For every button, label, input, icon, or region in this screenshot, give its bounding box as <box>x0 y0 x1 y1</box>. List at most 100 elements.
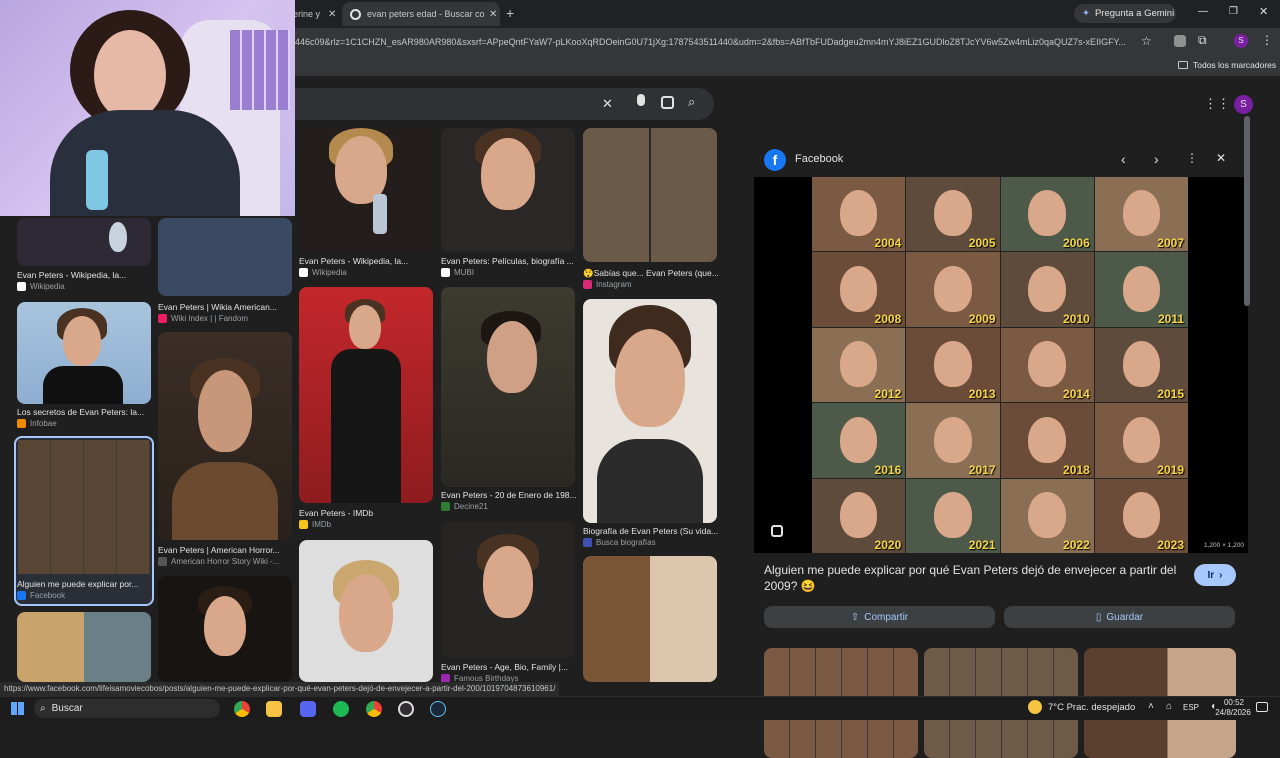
year-label: 2011 <box>1157 311 1184 326</box>
steam-icon[interactable] <box>430 701 446 717</box>
lens-search-icon[interactable] <box>771 525 783 537</box>
clear-icon[interactable]: ✕ <box>602 96 613 112</box>
result-image[interactable] <box>441 522 575 658</box>
result-image[interactable] <box>299 128 433 252</box>
result-image[interactable] <box>583 556 717 682</box>
status-bar-url: https://www.facebook.com/lifeisamoviecob… <box>0 682 560 696</box>
discord-icon[interactable] <box>300 701 316 717</box>
result-image[interactable] <box>583 299 717 523</box>
scrollbar[interactable] <box>1244 116 1250 306</box>
chrome-icon[interactable] <box>234 701 250 717</box>
close-window-button[interactable]: ✕ <box>1259 5 1268 18</box>
file-explorer-icon[interactable] <box>266 701 282 717</box>
result-image[interactable] <box>158 218 292 296</box>
notification-icon[interactable] <box>1256 702 1268 712</box>
face-shape <box>839 491 878 539</box>
face-shape <box>1122 416 1161 463</box>
all-bookmarks[interactable]: Todos los marcadores <box>1178 60 1276 70</box>
result-image[interactable] <box>299 287 433 503</box>
preview-image-area[interactable]: 2004 2005 2006 2007 2008 2009 2010 2011 2012 2013… <box>754 177 1248 553</box>
result-image[interactable] <box>158 332 292 540</box>
share-button[interactable]: ⇧ Compartir <box>764 606 995 628</box>
decine21-icon <box>441 502 450 511</box>
next-arrow-icon[interactable]: › <box>1154 151 1159 167</box>
close-icon[interactable]: ✕ <box>328 9 336 20</box>
year-label: 2006 <box>1063 236 1090 251</box>
search-box[interactable]: ✕ ⌕ <box>240 88 714 120</box>
result-image[interactable] <box>441 128 575 252</box>
language-label[interactable]: ESP <box>1183 703 1199 712</box>
result-image[interactable] <box>583 128 717 262</box>
spotify-icon[interactable] <box>333 701 349 717</box>
tab-active[interactable]: evan peters edad - Buscar con G ✕ <box>342 2 500 26</box>
collage-cell: 2007 <box>1094 177 1188 252</box>
result-image[interactable] <box>299 540 433 682</box>
new-tab-button[interactable]: + <box>506 5 514 21</box>
prev-arrow-icon[interactable]: ‹ <box>1121 151 1126 167</box>
restore-button[interactable]: ❐ <box>1229 6 1238 17</box>
result-image[interactable] <box>441 287 575 487</box>
puzzle-icon[interactable]: ⧉ <box>1198 33 1207 48</box>
collage-cell: 2008 <box>812 252 906 327</box>
menu-icon[interactable]: ⋮ <box>1261 33 1273 47</box>
collage-cell: 2009 <box>906 252 1000 327</box>
result-image[interactable] <box>17 302 151 404</box>
mic-icon[interactable] <box>637 94 645 106</box>
collage-cell: 2020 <box>812 478 906 553</box>
close-icon[interactable]: ✕ <box>489 9 497 20</box>
gemini-button[interactable]: ✦ Pregunta a Gemini <box>1074 4 1176 23</box>
result-caption[interactable]: Los secretos de Evan Peters: la... <box>17 407 144 417</box>
panel-source-label: Facebook <box>795 153 844 165</box>
result-caption[interactable]: Evan Peters - 20 de Enero de 198... <box>441 490 577 500</box>
extension-icon[interactable] <box>1174 35 1186 47</box>
result-caption[interactable]: Evan Peters - Age, Bio, Family |... <box>441 662 568 672</box>
face-shape <box>1028 265 1066 312</box>
face-shape <box>934 265 972 312</box>
collage-cell: 2006 <box>1000 177 1094 252</box>
clock-date[interactable]: 24/8/2026 <box>1201 708 1253 717</box>
apps-icon[interactable]: ⋮⋮ <box>1204 96 1230 112</box>
result-image[interactable] <box>17 218 151 266</box>
result-caption[interactable]: Evan Peters - Wikipedia, la... <box>299 256 408 266</box>
google-favicon-icon <box>350 8 361 20</box>
search-icon[interactable]: ⌕ <box>688 94 695 110</box>
bookmark-star-icon[interactable]: ☆ <box>1141 34 1152 48</box>
windows-start-icon[interactable] <box>11 702 24 715</box>
collage-cell: 2014 <box>1000 327 1094 403</box>
go-button[interactable]: Ir › <box>1194 564 1236 586</box>
result-caption[interactable]: Alguien me puede explicar por... <box>17 579 151 589</box>
result-source: Wikipedia <box>17 282 65 291</box>
url-field[interactable]: 5446c09&rlz=1C1CHZN_esAR980AR980&sxsrf=A… <box>290 32 1160 52</box>
network-icon[interactable]: ⌂ <box>1166 701 1172 712</box>
result-caption[interactable]: Biografía de Evan Peters (Su vida... <box>583 526 718 536</box>
result-image[interactable] <box>158 576 292 682</box>
close-panel-icon[interactable]: ✕ <box>1216 151 1226 165</box>
panel-title[interactable]: Alguien me puede explicar por qué Evan P… <box>764 562 1184 594</box>
result-caption[interactable]: Evan Peters - IMDb <box>299 508 373 518</box>
more-icon[interactable]: ⋮ <box>1186 151 1198 165</box>
result-caption[interactable]: 😲Sabías que... Evan Peters (que... <box>583 268 719 279</box>
lens-icon[interactable] <box>661 96 674 109</box>
result-caption[interactable]: Evan Peters: Películas, biografía ... <box>441 256 574 266</box>
result-caption[interactable]: Evan Peters - Wikipedia, la... <box>17 270 126 280</box>
busca-biografias-icon <box>583 538 592 547</box>
year-label: 2008 <box>874 311 902 326</box>
year-label: 2015 <box>1157 387 1184 402</box>
profile-avatar[interactable]: S <box>1234 95 1253 114</box>
result-image[interactable] <box>17 612 151 682</box>
bookmarks-label: Todos los marcadores <box>1193 60 1277 70</box>
collage-image: 2004 2005 2006 2007 2008 2009 2010 2011 2012 2013… <box>812 177 1188 553</box>
result-caption[interactable]: Evan Peters | Wikia American... <box>158 302 277 312</box>
face-shape <box>839 265 878 312</box>
result-caption[interactable]: Evan Peters | American Horror... <box>158 545 280 555</box>
obs-icon[interactable] <box>398 701 414 717</box>
chrome-profile-icon[interactable] <box>366 701 382 717</box>
minimize-button[interactable]: — <box>1198 6 1208 17</box>
taskbar-search[interactable]: ⌕ Buscar <box>34 699 220 718</box>
tab-label: erine y <box>293 9 321 19</box>
profile-avatar[interactable]: S <box>1234 34 1248 48</box>
clock-time[interactable]: 00:52 <box>1212 698 1252 707</box>
weather-text[interactable]: 7°C Prac. despejado <box>1048 702 1135 713</box>
save-button[interactable]: ▯ Guardar <box>1004 606 1235 628</box>
chevron-up-icon[interactable]: ˄ <box>1148 701 1154 712</box>
